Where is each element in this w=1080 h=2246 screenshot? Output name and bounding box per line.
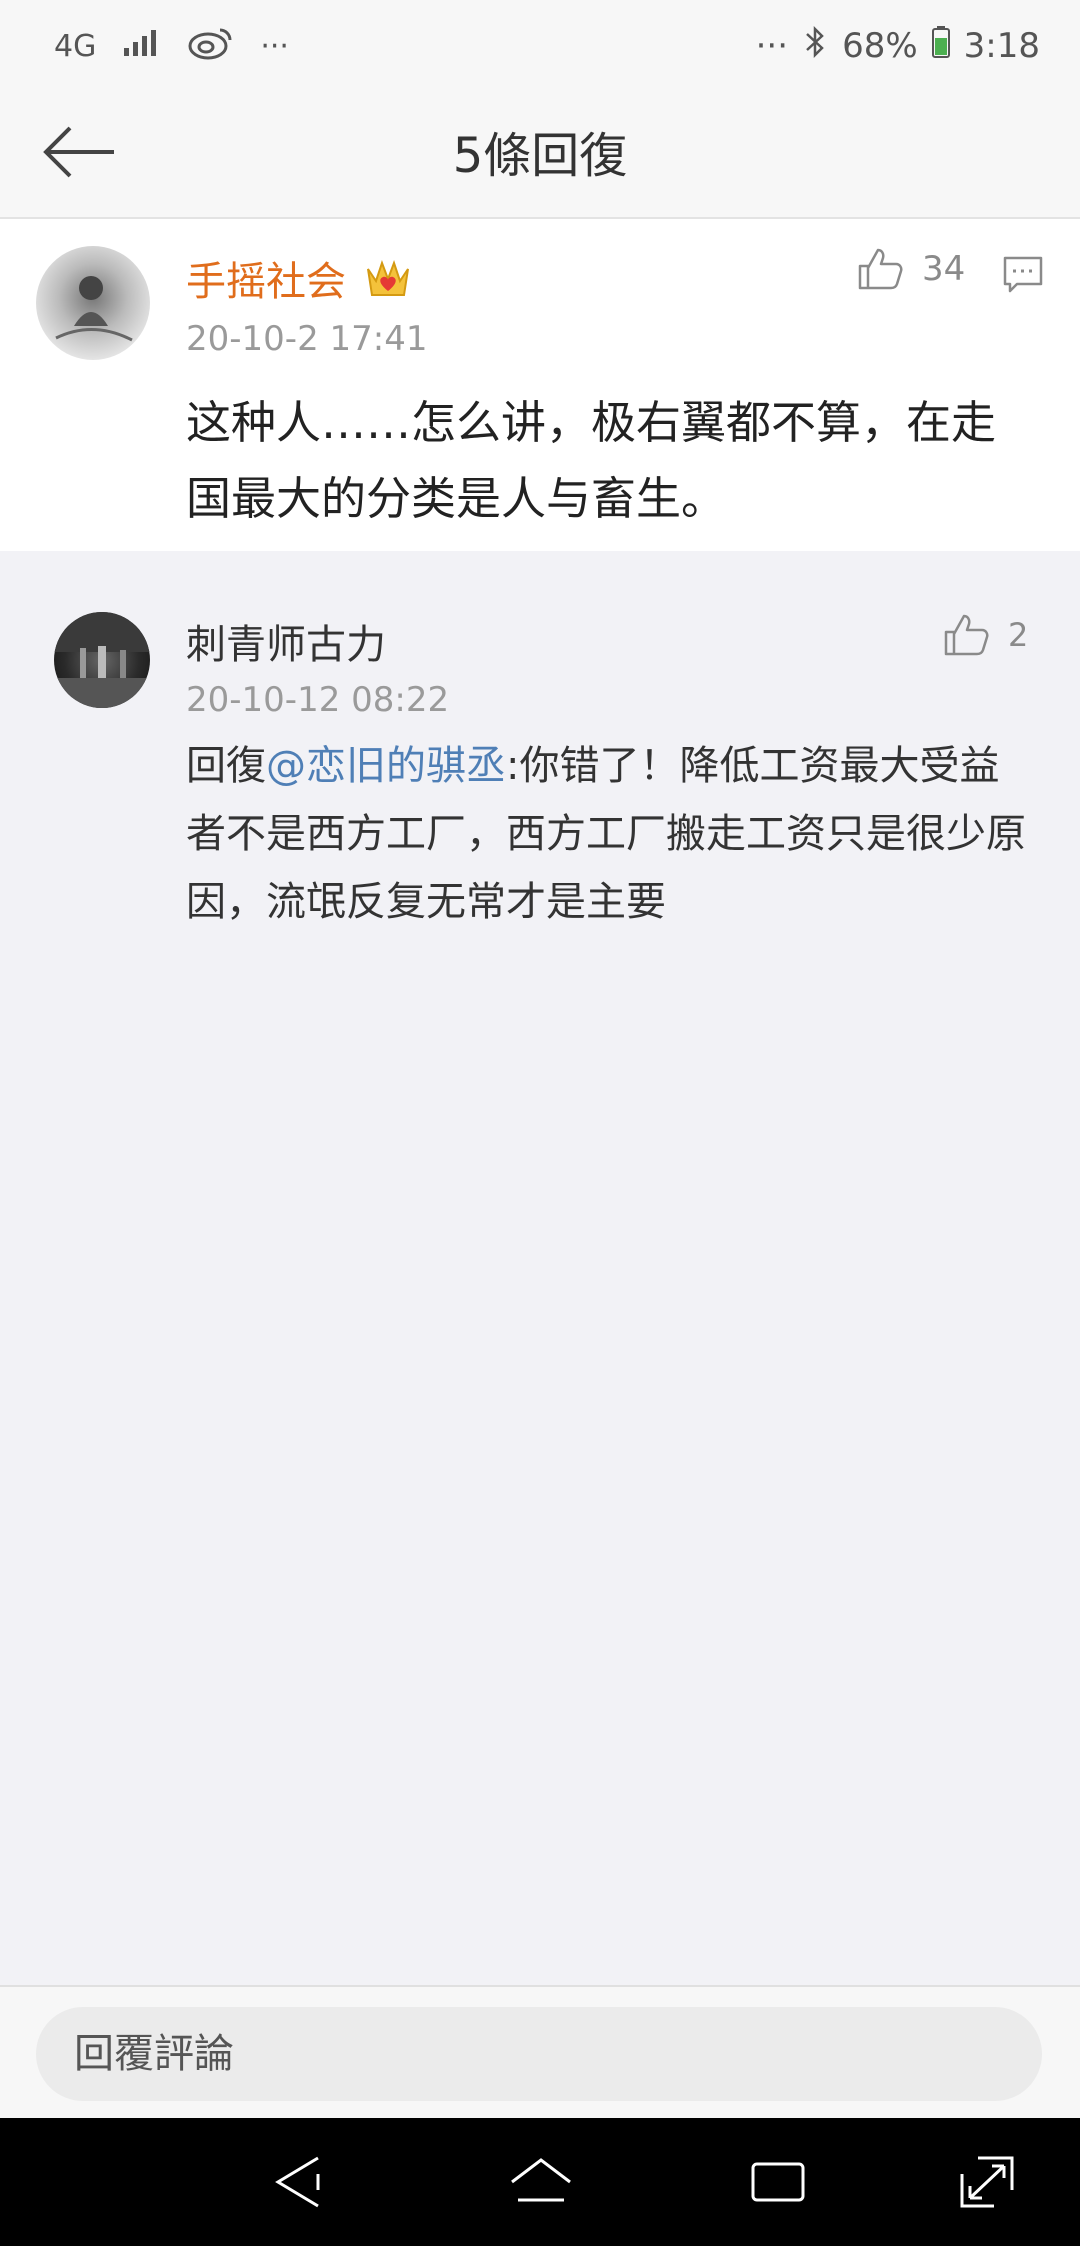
signal-icon (122, 26, 162, 66)
nav-home-button[interactable] (508, 2152, 574, 2212)
weibo-icon (188, 24, 234, 68)
battery-percent: 68% (842, 26, 918, 66)
crown-heart-icon (364, 255, 412, 303)
avatar[interactable] (36, 246, 150, 360)
nav-expand-button[interactable] (954, 2152, 1020, 2212)
avatar[interactable] (54, 612, 150, 708)
status-bar: 4G ··· ··· 68% 3:18 (0, 0, 1080, 90)
reply-input[interactable]: 回覆評論 (36, 2007, 1042, 2101)
comment-icon (1003, 256, 1043, 293)
header: 5條回復 (0, 90, 1080, 219)
bluetooth-icon (802, 24, 828, 69)
reply-item: 刺青师古力 20-10-12 08:22 2 回復@恋旧的骐丞:你错了！降低工资… (0, 580, 1080, 980)
like-count: 34 (922, 249, 966, 289)
triangle-back-icon (275, 2156, 320, 2208)
reply-prefix: 回復 (186, 743, 266, 789)
status-left: 4G ··· (54, 22, 289, 70)
overflow-right-icon: ··· (755, 26, 789, 66)
reply-text: 回復@恋旧的骐丞:你错了！降低工资最大受益者不是西方工厂，西方工厂搬走工资只是很… (186, 732, 1036, 936)
navigation-bar (0, 2118, 1080, 2246)
reply-input-bar: 回覆評論 (0, 1985, 1080, 2120)
like-button[interactable]: 34 (856, 246, 965, 292)
clock-time: 3:18 (963, 26, 1040, 66)
page-title: 5條回復 (452, 128, 628, 184)
avatar-image (55, 276, 133, 342)
reply-comment-button[interactable] (1002, 255, 1044, 299)
thumbs-up-icon (858, 248, 903, 290)
like-button[interactable]: 2 (942, 612, 1028, 658)
expand-icon (960, 2156, 1014, 2208)
comment-text: 这种人……怎么讲，极右翼都不算，在走国最大的分类是人与畜生。 (186, 396, 997, 525)
mention-link[interactable]: @恋旧的骐丞 (266, 743, 506, 789)
author-name[interactable]: 手摇社会 (186, 249, 346, 307)
nav-back-button[interactable] (266, 2152, 332, 2212)
thumbs-up-icon (944, 614, 989, 656)
nav-recents-button[interactable] (747, 2152, 813, 2212)
like-count: 2 (1008, 616, 1029, 654)
avatar-image (54, 612, 150, 708)
timestamp: 20-10-12 08:22 (186, 680, 450, 720)
battery-icon (931, 25, 950, 67)
author-name[interactable]: 刺青师古力 (186, 612, 386, 670)
comment-main: 手摇社会 20-10-2 17:41 34 这种人……怎么讲，极右翼都不算，在走… (0, 219, 1080, 551)
status-right: ··· 68% 3:18 (756, 22, 1040, 70)
recents-icon (751, 2162, 805, 2202)
home-icon (511, 2158, 571, 2202)
network-4g-icon: 4G (54, 28, 97, 64)
overflow-left-icon: ··· (260, 28, 289, 64)
timestamp: 20-10-2 17:41 (186, 319, 428, 359)
